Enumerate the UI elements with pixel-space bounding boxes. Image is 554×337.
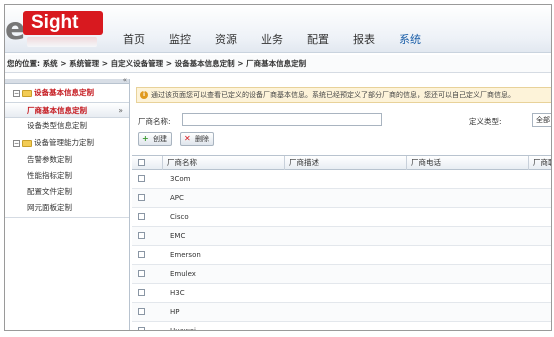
vendor-name-label: 厂商名称: — [138, 117, 171, 126]
vendor-name-cell: APC — [170, 194, 184, 202]
create-button[interactable]: + 创建 — [138, 132, 172, 146]
row-checkbox[interactable] — [138, 213, 145, 220]
row-checkbox[interactable] — [138, 194, 145, 201]
row-checkbox[interactable] — [138, 175, 145, 182]
row-checkbox[interactable] — [138, 327, 145, 330]
table-header: 厂商名称 厂商描述 厂商电话 厂商联 — [132, 155, 551, 170]
select-all-checkbox[interactable] — [138, 159, 145, 166]
vendor-name-cell: Cisco — [170, 213, 189, 221]
folder-icon — [22, 139, 32, 147]
definition-type-select[interactable]: 全部 — [532, 113, 551, 127]
row-checkbox[interactable] — [138, 251, 145, 258]
sidebar-item-ne-panel[interactable]: 网元面板定制 — [5, 200, 129, 216]
vendor-name-cell: Huawei — [170, 327, 196, 331]
column-header-vendor-name[interactable]: 厂商名称 — [162, 156, 197, 170]
nav-config[interactable]: 配置 — [307, 31, 329, 47]
column-header-vendor-contact[interactable]: 厂商联 — [528, 156, 551, 170]
sidebar: « − 设备基本信息定制 厂商基本信息定制 » 设备类型信息定制 − 设备管理能力定… — [5, 76, 130, 330]
vendor-name-cell: 3Com — [170, 175, 191, 183]
info-icon: i — [140, 91, 148, 99]
folder-icon — [22, 89, 32, 97]
definition-type-label: 定义类型: — [469, 117, 502, 126]
info-notice: i 通过该页面您可以查看已定义的设备厂商基本信息。系统已经预定义了部分厂商的信息… — [136, 87, 551, 103]
nav-home[interactable]: 首页 — [123, 31, 145, 47]
app-window: e Sight 首页 监控 资源 业务 配置 报表 系统 您的位置: 系统 > … — [4, 4, 552, 331]
vendor-table: 厂商名称 厂商描述 厂商电话 厂商联 3Com APC Cisco EMC Em… — [132, 155, 551, 331]
delete-button-label: 删除 — [195, 135, 209, 143]
cross-icon: ✕ — [184, 134, 191, 143]
vendor-name-cell: EMC — [170, 232, 186, 240]
sidebar-item-alarm-params[interactable]: 告警参数定制 — [5, 152, 129, 168]
row-checkbox[interactable] — [138, 289, 145, 296]
sidebar-item-label: 厂商基本信息定制 — [27, 106, 87, 115]
row-checkbox[interactable] — [138, 308, 145, 315]
vendor-name-cell: Emulex — [170, 270, 196, 278]
sidebar-group-label: 设备基本信息定制 — [34, 88, 94, 97]
plus-icon: + — [142, 134, 149, 143]
table-row[interactable]: EMC — [132, 227, 551, 246]
vendor-name-cell: Emerson — [170, 251, 201, 259]
notice-text: 通过该页面您可以查看已定义的设备厂商基本信息。系统已经预定义了部分厂商的信息，您… — [151, 91, 515, 99]
delete-button[interactable]: ✕ 删除 — [180, 132, 214, 146]
collapse-minus-icon[interactable]: − — [13, 89, 20, 97]
nav-monitor[interactable]: 监控 — [169, 31, 191, 47]
sidebar-item-vendor-info[interactable]: 厂商基本信息定制 » — [5, 102, 129, 118]
chevron-right-icon: » — [118, 106, 123, 115]
nav-report[interactable]: 报表 — [353, 31, 375, 47]
sidebar-group-device-capability[interactable]: − 设备管理能力定制 — [5, 134, 129, 152]
sidebar-group-label: 设备管理能力定制 — [34, 138, 94, 147]
nav-system[interactable]: 系统 — [399, 31, 421, 47]
sidebar-item-label: 网元面板定制 — [27, 203, 72, 212]
nav-business[interactable]: 业务 — [261, 31, 283, 47]
logo-reflection — [27, 37, 97, 47]
collapse-minus-icon[interactable]: − — [13, 139, 20, 147]
table-row[interactable]: Emulex — [132, 265, 551, 284]
breadcrumb: 您的位置: 系统 > 系统管理 > 自定义设备管理 > 设备基本信息定制 > 厂… — [5, 55, 551, 73]
table-row[interactable]: APC — [132, 189, 551, 208]
table-body: 3Com APC Cisco EMC Emerson Emulex H3C HP… — [132, 170, 551, 331]
vendor-name-cell: H3C — [170, 289, 185, 297]
vendor-name-cell: HP — [170, 308, 180, 316]
main-nav: 首页 监控 资源 业务 配置 报表 系统 — [123, 31, 445, 47]
sidebar-item-label: 性能指标定制 — [27, 171, 72, 180]
sidebar-item-device-type-info[interactable]: 设备类型信息定制 — [5, 118, 129, 134]
esight-logo: e Sight — [5, 11, 107, 49]
header-bar: e Sight 首页 监控 资源 业务 配置 报表 系统 — [5, 5, 551, 53]
sidebar-item-config-files[interactable]: 配置文件定制 — [5, 184, 129, 200]
sidebar-item-label: 设备类型信息定制 — [27, 121, 87, 130]
column-header-vendor-description[interactable]: 厂商描述 — [284, 156, 319, 170]
row-checkbox[interactable] — [138, 232, 145, 239]
table-row[interactable]: 3Com — [132, 170, 551, 189]
logo-text: Sight — [31, 12, 79, 33]
column-header-vendor-phone[interactable]: 厂商电话 — [406, 156, 441, 170]
sidebar-group-device-basic-info[interactable]: − 设备基本信息定制 — [5, 84, 129, 102]
sidebar-divider — [5, 217, 129, 218]
nav-resource[interactable]: 资源 — [215, 31, 237, 47]
sidebar-item-label: 配置文件定制 — [27, 187, 72, 196]
row-checkbox[interactable] — [138, 270, 145, 277]
sidebar-item-performance-metrics[interactable]: 性能指标定制 — [5, 168, 129, 184]
table-row[interactable]: HP — [132, 303, 551, 322]
collapse-icon[interactable]: « — [123, 76, 127, 84]
sidebar-item-label: 告警参数定制 — [27, 155, 72, 164]
table-row[interactable]: Cisco — [132, 208, 551, 227]
create-button-label: 创建 — [153, 135, 167, 143]
table-row[interactable]: Emerson — [132, 246, 551, 265]
vendor-name-input[interactable] — [182, 113, 382, 126]
main-content: i 通过该页面您可以查看已定义的设备厂商基本信息。系统已经预定义了部分厂商的信息… — [132, 79, 551, 331]
table-row[interactable]: H3C — [132, 284, 551, 303]
table-row[interactable]: Huawei — [132, 322, 551, 331]
